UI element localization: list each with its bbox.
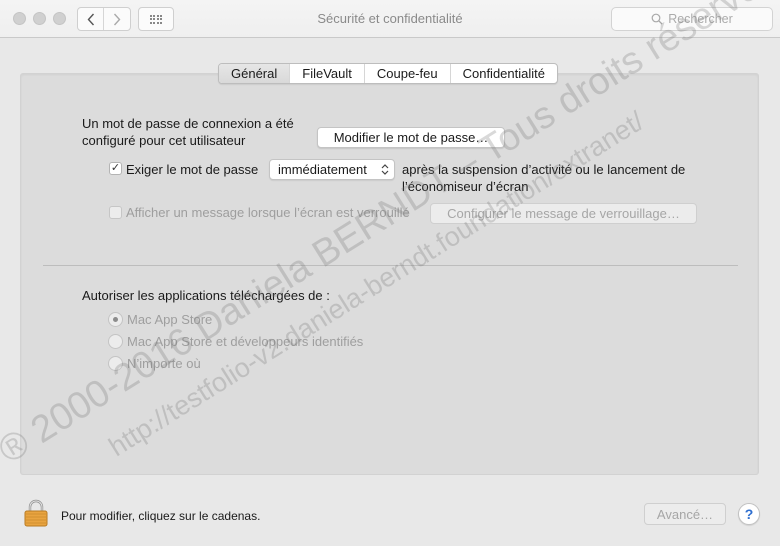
change-password-button[interactable]: Modifier le mot de passe…	[317, 127, 505, 148]
radio-label-mac-app-store: Mac App Store	[127, 312, 213, 327]
tab-bar: Général FileVault Coupe-feu Confidential…	[218, 63, 558, 84]
radio-label-anywhere: N’importe où	[127, 356, 201, 371]
require-password-suffix-line2: l’économiseur d’écran	[402, 179, 529, 194]
up-down-arrows-icon	[381, 164, 389, 175]
padlock-icon[interactable]	[24, 499, 48, 527]
search-icon	[651, 13, 663, 25]
password-info-line1: Un mot de passe de connexion a été	[82, 116, 294, 131]
radio-anywhere[interactable]	[108, 356, 123, 371]
password-info-line2: configuré pour cet utilisateur	[82, 133, 246, 148]
radio-selected-dot	[113, 317, 118, 322]
advanced-button[interactable]: Avancé…	[644, 503, 726, 525]
tab-firewall[interactable]: Coupe-feu	[363, 64, 450, 83]
general-panel: Un mot de passe de connexion a été confi…	[20, 73, 759, 475]
require-password-label: Exiger le mot de passe	[126, 162, 259, 177]
search-field[interactable]: Rechercher	[611, 7, 773, 31]
tab-filevault[interactable]: FileVault	[289, 64, 364, 83]
allow-apps-heading: Autoriser les applications téléchargées …	[82, 288, 330, 303]
select-value: immédiatement	[278, 162, 367, 177]
section-divider	[43, 265, 738, 266]
configure-lock-message-button[interactable]: Configurer le message de verrouillage…	[430, 203, 697, 224]
help-button[interactable]: ?	[738, 503, 760, 525]
show-lock-message-label: Afficher un message lorsque l’écran est …	[126, 205, 410, 220]
radio-mac-app-store[interactable]	[108, 312, 123, 327]
title-bar: Sécurité et confidentialité Rechercher	[0, 0, 780, 38]
radio-label-identified-developers: Mac App Store et développeurs identifiés	[127, 334, 364, 349]
require-password-delay-select[interactable]: immédiatement	[269, 159, 395, 180]
require-password-suffix-line1: après la suspension d’activité ou le lan…	[402, 162, 686, 177]
require-password-checkbox[interactable]: ✓	[109, 162, 122, 175]
show-lock-message-checkbox[interactable]	[109, 206, 122, 219]
radio-identified-developers[interactable]	[108, 334, 123, 349]
tab-general[interactable]: Général	[219, 64, 290, 83]
search-placeholder: Rechercher	[668, 12, 733, 26]
checkmark-icon: ✓	[110, 162, 121, 174]
question-mark-icon: ?	[744, 506, 754, 522]
lock-instruction-text: Pour modifier, cliquez sur le cadenas.	[61, 509, 261, 523]
tab-privacy[interactable]: Confidentialité	[449, 64, 557, 83]
